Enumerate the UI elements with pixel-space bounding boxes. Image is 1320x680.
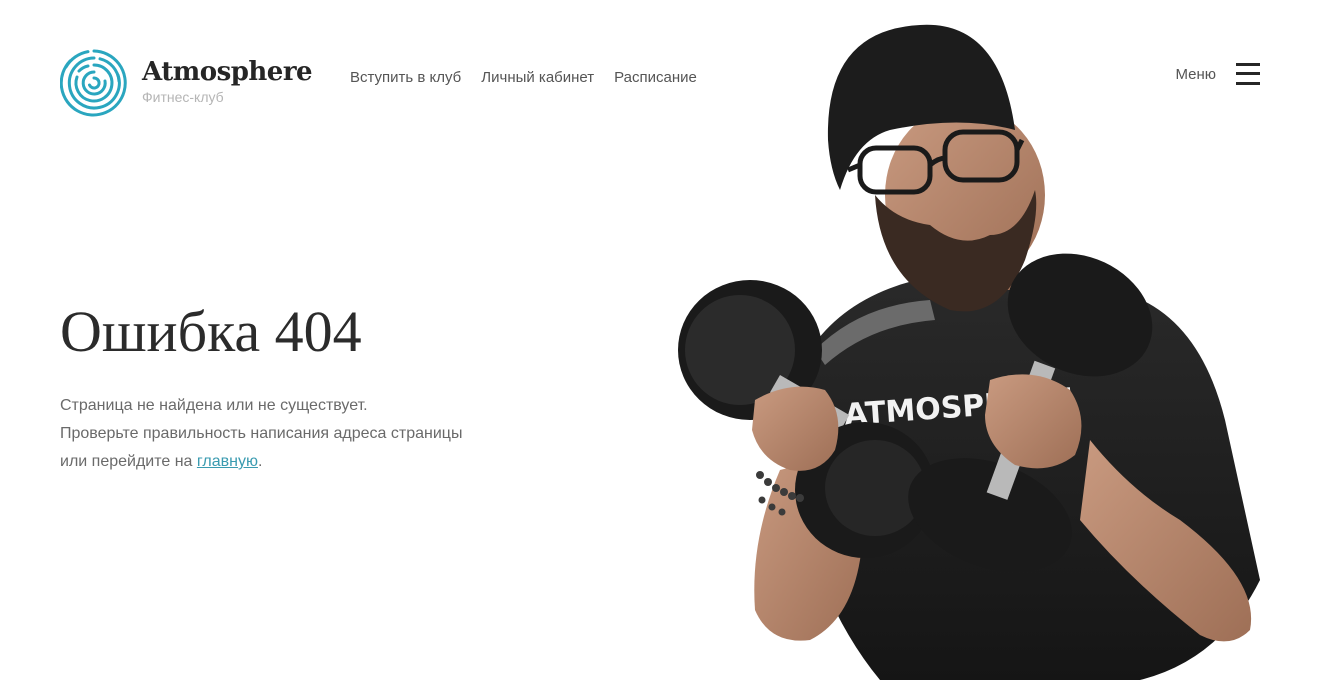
- hero-image-man-with-dumbbells: ATMOSPHERE: [678, 24, 1260, 680]
- error-description: Страница не найдена или не существует. П…: [60, 392, 462, 476]
- home-link[interactable]: главную: [197, 453, 258, 470]
- description-line-3: или перейдите на главную.: [60, 448, 462, 476]
- brand-tagline: Фитнес-клуб: [142, 89, 224, 105]
- brand-name: Atmosphere: [142, 57, 313, 87]
- description-suffix: .: [257, 453, 263, 470]
- nav-join-club[interactable]: Вступить в клуб: [350, 68, 461, 88]
- nav-account[interactable]: Личный кабинет: [481, 68, 594, 88]
- description-prefix: или перейдите на: [60, 453, 197, 470]
- description-line-1: Страница не найдена или не существует.: [60, 397, 368, 414]
- logo-rings-icon: [60, 49, 127, 117]
- logo-text: Atmosphere Фитнес-клуб: [142, 57, 313, 105]
- page-title: Ошибка 404: [60, 299, 362, 364]
- logo-link[interactable]: Atmosphere Фитнес-клуб: [60, 49, 313, 117]
- description-line-2: Проверьте правильность написания адреса …: [60, 425, 463, 442]
